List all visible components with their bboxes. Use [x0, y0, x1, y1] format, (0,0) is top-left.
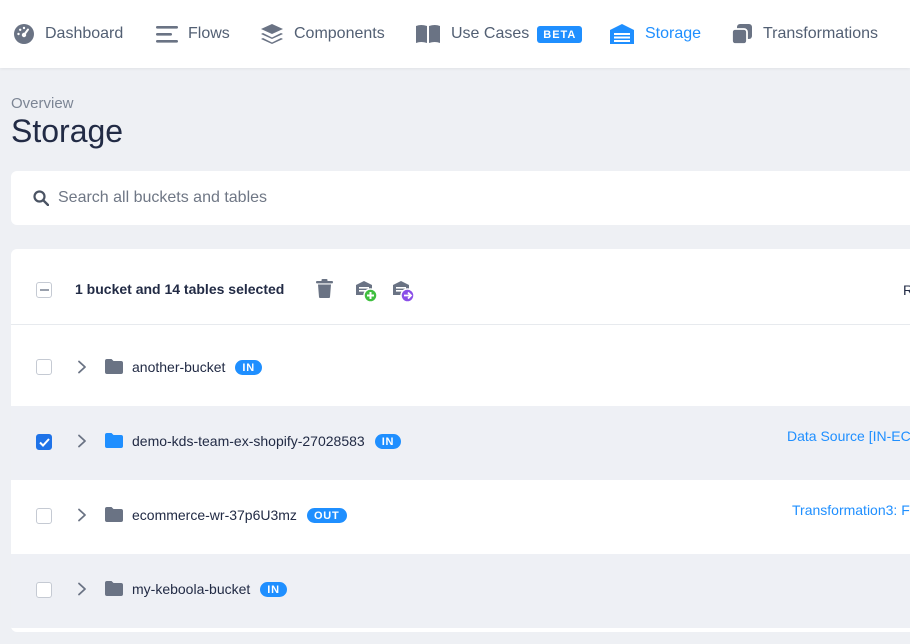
chevron-right-icon[interactable]	[77, 508, 87, 522]
nav-storage-label: Storage	[645, 25, 702, 42]
bucket-row[interactable]: my-keboola-bucket IN	[11, 554, 910, 628]
bucket-name[interactable]: demo-kds-team-ex-shopify-27028583 IN	[132, 433, 402, 449]
row-checkbox[interactable]	[36, 359, 52, 375]
search-icon	[33, 190, 49, 206]
row-checkbox[interactable]	[36, 508, 52, 524]
source-component-link[interactable]: Transformation3: F	[792, 502, 910, 518]
stage-badge: IN	[235, 360, 263, 375]
folder-icon	[105, 433, 123, 448]
use-cases-book-icon	[416, 25, 440, 43]
nav-dashboard-label: Dashboard	[45, 25, 124, 42]
row-checkbox[interactable]	[36, 434, 52, 450]
bucket-name[interactable]: another-bucket IN	[132, 359, 263, 375]
check-icon	[38, 437, 50, 447]
nav-components-label: Components	[294, 25, 385, 42]
bucket-row[interactable]: demo-kds-team-ex-shopify-27028583 IN Data…	[11, 406, 910, 480]
beta-badge: BETA	[537, 25, 583, 43]
components-layers-icon	[261, 24, 283, 44]
add-bucket-icon[interactable]	[355, 279, 379, 308]
bucket-row[interactable]: another-bucket IN	[11, 330, 910, 404]
breadcrumb[interactable]: Overview	[11, 95, 74, 112]
stage-badge: IN	[260, 582, 287, 597]
page-title: Storage	[11, 113, 124, 149]
chevron-right-icon[interactable]	[77, 582, 87, 596]
nav-use-cases-label: Use Cases	[451, 25, 530, 42]
search-bar	[11, 171, 910, 225]
nav-storage[interactable]: Storage	[609, 0, 701, 68]
row-checkbox[interactable]	[36, 582, 52, 598]
stage-badge: OUT	[306, 508, 347, 523]
nav-flows-label: Flows	[188, 25, 230, 42]
delete-icon[interactable]	[316, 279, 333, 303]
move-bucket-icon[interactable]	[392, 279, 416, 308]
flows-lines-icon	[156, 26, 178, 43]
nav-transformations-label: Transformations	[763, 25, 878, 42]
buckets-table: 1 bucket and 14 tables selected R anothe…	[11, 249, 910, 632]
stage-badge: IN	[374, 434, 402, 449]
folder-icon	[105, 581, 123, 596]
bucket-name[interactable]: my-keboola-bucket IN	[132, 581, 287, 597]
source-component-link[interactable]: Data Source [IN-EC	[787, 428, 910, 444]
bucket-name[interactable]: ecommerce-wr-37p6U3mz OUT	[132, 507, 347, 523]
select-all-checkbox[interactable]	[36, 282, 52, 298]
nav-flows[interactable]: Flows	[156, 0, 230, 68]
folder-icon	[105, 507, 123, 522]
transformations-icon	[731, 24, 752, 45]
dashboard-gauge-icon	[14, 24, 34, 44]
chevron-right-icon[interactable]	[77, 360, 87, 374]
nav-components[interactable]: Components	[260, 0, 385, 68]
nav-dashboard[interactable]: Dashboard	[13, 0, 123, 68]
chevron-right-icon[interactable]	[77, 434, 87, 448]
column-header-cut: R	[903, 282, 910, 298]
selection-count: 1 bucket and 14 tables selected	[75, 281, 285, 297]
folder-icon	[105, 359, 123, 374]
nav-transformations[interactable]: Transformations	[731, 0, 878, 68]
search-input[interactable]	[58, 189, 758, 207]
nav-use-cases[interactable]: Use Cases BETA	[415, 0, 583, 68]
top-navigation: Dashboard Flows Components Use Cases BET…	[0, 0, 910, 68]
storage-warehouse-icon	[610, 24, 634, 44]
bucket-row[interactable]: ecommerce-wr-37p6U3mz OUT Transformation3…	[11, 480, 910, 554]
selection-header: 1 bucket and 14 tables selected R	[11, 249, 910, 325]
